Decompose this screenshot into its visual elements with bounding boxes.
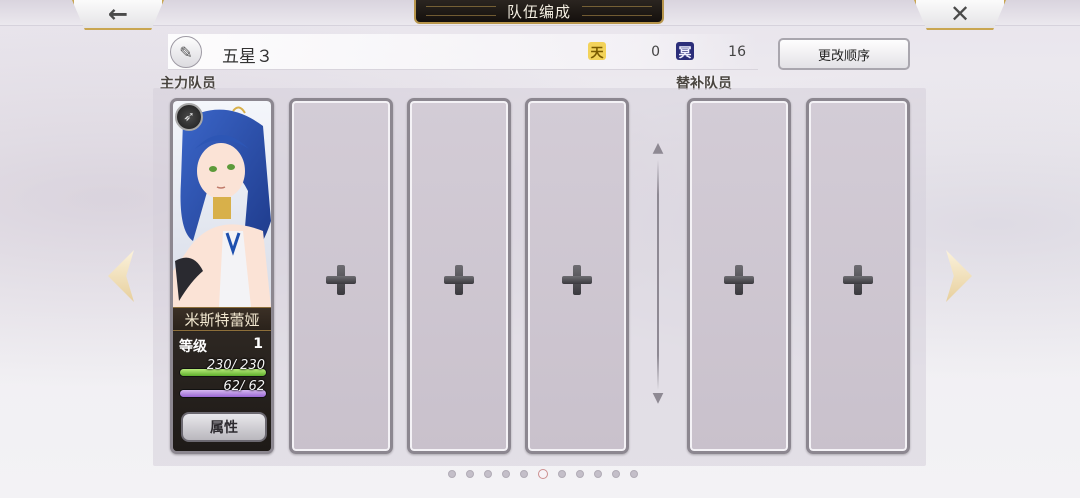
class-bow-icon: ➶: [175, 103, 203, 131]
character-name: 米斯特蕾娅: [173, 307, 271, 331]
page-dot[interactable]: [484, 470, 492, 478]
team-divider: ▲ ▼: [653, 140, 664, 410]
add-member-icon: [843, 265, 873, 295]
title-ornament-left: [426, 6, 496, 16]
page-dot[interactable]: [630, 470, 638, 478]
add-member-icon: [326, 265, 356, 295]
close-button[interactable]: ✕: [914, 0, 1006, 30]
hp-text: 230/ 230: [206, 358, 265, 373]
page-dot[interactable]: [558, 470, 566, 478]
page-title: 队伍编成: [506, 2, 571, 21]
main-slot-empty-4[interactable]: [525, 98, 629, 454]
attributes-button[interactable]: 属性: [181, 412, 267, 442]
page-dot[interactable]: [594, 470, 602, 478]
mp-text: 62/ 62: [223, 379, 265, 394]
level-label: 等级: [179, 339, 207, 355]
character-stats: 等级 1 230/ 230 62/ 62 属性: [173, 332, 271, 451]
main-slot-empty-2[interactable]: [289, 98, 393, 454]
close-icon: ✕: [949, 0, 971, 28]
title-plate: 队伍编成: [414, 0, 664, 24]
page-dot[interactable]: [466, 470, 474, 478]
title-ornament-right: [582, 6, 652, 16]
page-dot[interactable]: [502, 470, 510, 478]
divider-tip-bottom: ▼: [652, 390, 664, 406]
team-page-indicator: [448, 469, 638, 479]
add-member-icon: [444, 265, 474, 295]
back-button[interactable]: ←: [72, 0, 164, 30]
divider-tip-top: ▲: [652, 140, 664, 156]
add-member-icon: [562, 265, 592, 295]
sub-slot-empty-1[interactable]: [687, 98, 791, 454]
next-team-arrow-icon[interactable]: [946, 250, 972, 302]
page-dot-active[interactable]: [538, 469, 548, 479]
reorder-button[interactable]: 更改顺序: [778, 38, 910, 70]
page-dot[interactable]: [576, 470, 584, 478]
sky-element-icon: 天: [588, 42, 606, 61]
page-dot[interactable]: [612, 470, 620, 478]
nether-count: 16: [728, 44, 746, 60]
character-portrait: [173, 101, 271, 307]
nether-element-icon: 冥: [676, 42, 694, 61]
character-card[interactable]: ➶ 米斯特蕾娅 等级 1 230/ 230 62/ 62 属性: [170, 98, 274, 454]
rename-team-button[interactable]: ✎: [170, 36, 202, 68]
page-dot[interactable]: [448, 470, 456, 478]
divider-line: [657, 160, 659, 390]
quill-icon: ✎: [179, 42, 193, 62]
level-value: 1: [253, 336, 263, 352]
prev-team-arrow-icon[interactable]: [108, 250, 134, 302]
sub-slot-empty-2[interactable]: [806, 98, 910, 454]
add-member-icon: [724, 265, 754, 295]
back-arrow-icon: ←: [107, 0, 129, 28]
sky-count: 0: [651, 44, 660, 60]
team-name: 五星３: [222, 47, 273, 67]
main-slot-empty-3[interactable]: [407, 98, 511, 454]
page-dot[interactable]: [520, 470, 528, 478]
